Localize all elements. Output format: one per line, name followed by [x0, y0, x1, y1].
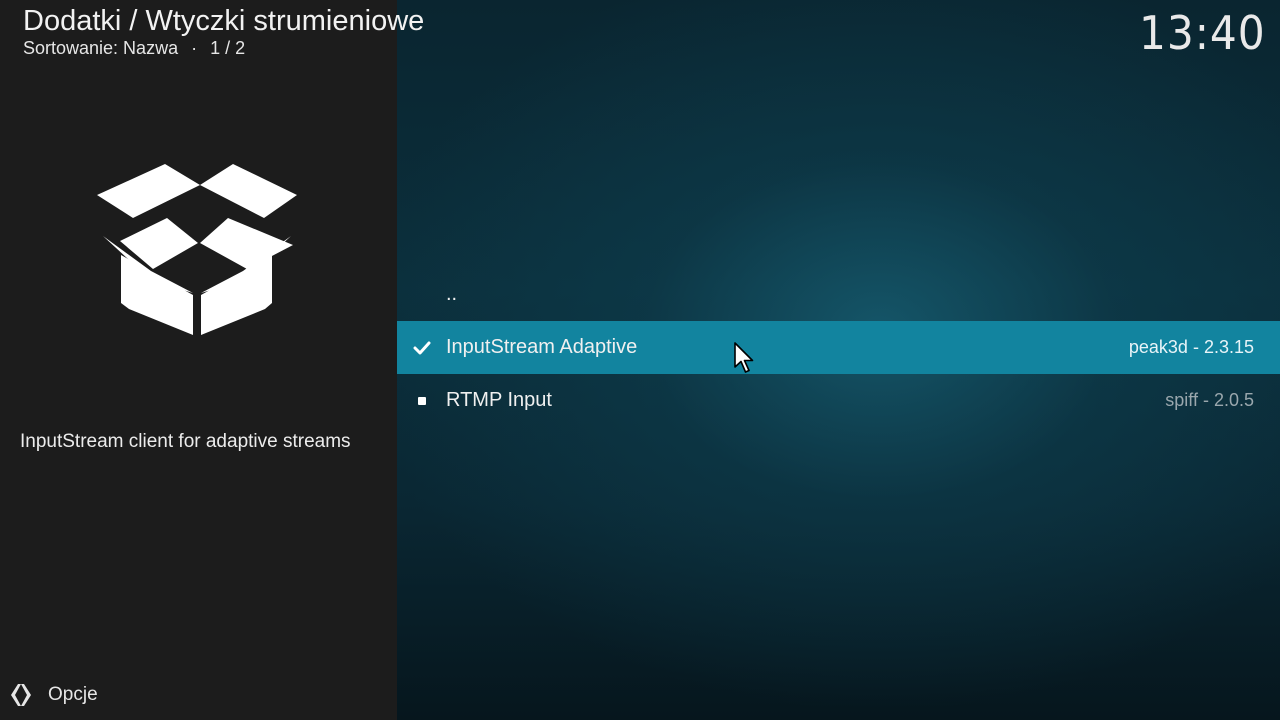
list-item-meta: peak3d - 2.3.15: [1128, 337, 1254, 357]
list-item-rtmp-input[interactable]: RTMP Input spiff - 2.0.5: [397, 374, 1280, 427]
square-bullet-icon: [413, 392, 431, 410]
list-item-meta: spiff - 2.0.5: [1165, 390, 1254, 410]
list-item-label: InputStream Adaptive: [446, 336, 638, 358]
list-item-parent[interactable]: ..: [397, 268, 1280, 321]
list-item-inputstream-adaptive[interactable]: InputStream Adaptive peak3d - 2.3.15: [397, 321, 1280, 374]
list-item-label: RTMP Input: [446, 389, 552, 411]
sort-label[interactable]: Sortowanie: Nazwa: [23, 38, 178, 58]
open-box-icon: [97, 164, 297, 335]
addon-description: InputStream client for adaptive streams: [20, 431, 351, 452]
info-panel: InputStream client for adaptive streams …: [0, 0, 397, 720]
separator-dot: ·: [191, 38, 198, 58]
mouse-pointer-icon: [734, 342, 754, 373]
options-icon: [11, 684, 31, 706]
list-item-label: ..: [446, 283, 458, 305]
check-icon: [413, 339, 431, 357]
page-title: Dodatki / Wtyczki strumieniowe: [23, 5, 425, 37]
options-label: Opcje: [48, 684, 98, 705]
sort-info: Sortowanie: Nazwa · 1 / 2: [23, 38, 424, 58]
options-button[interactable]: Opcje: [8, 682, 98, 708]
header: Dodatki / Wtyczki strumieniowe Sortowani…: [23, 4, 424, 58]
clock: 13:40: [1139, 6, 1266, 60]
page-counter: 1 / 2: [210, 38, 246, 58]
addon-list: .. InputStream Adaptive peak3d - 2.3.15 …: [397, 268, 1280, 427]
kodi-window: InputStream client for adaptive streams …: [0, 0, 1280, 720]
